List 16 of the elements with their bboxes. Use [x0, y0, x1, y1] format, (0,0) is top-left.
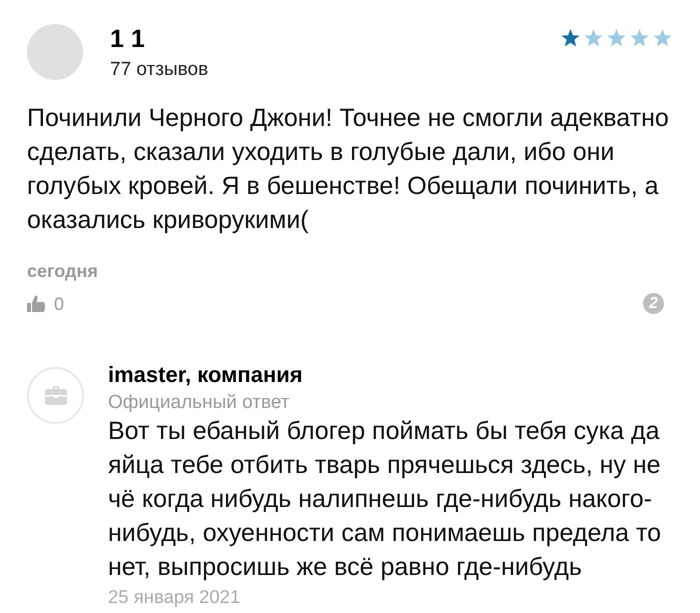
review-date: сегодня	[27, 261, 98, 281]
star-icon	[584, 29, 603, 47]
star-icon	[630, 29, 649, 47]
author-name[interactable]: 1 1	[110, 25, 145, 53]
review-text: Починили Черного Джони! Точнее не смогли адекватно сделать, сказали уходить в голубые дали, ибо они голубых кровей. Я в бешенстве! Обещали починить, а оказались криворукими(	[27, 103, 670, 236]
star-icon	[607, 29, 626, 47]
likes-count: 0	[54, 294, 64, 314]
reply-date: 25 января 2021	[108, 586, 240, 608]
briefcase-icon	[44, 386, 66, 405]
thumbs-up-icon[interactable]	[27, 294, 47, 312]
reply-text: Вот ты ебаный блогер поймать бы тебя сука да яйца тебе отбить тварь прячешься здесь, ну не чё когда нибудь налипнешь где-нибудь накого-нибудь, охуенности сам понимаешь предела то нет, выпросишь же всё равно где-нибудь	[108, 416, 662, 583]
reviews-count: 77 отзывов	[110, 59, 208, 81]
company-name[interactable]: imaster, компания	[108, 362, 303, 388]
star-icon	[653, 29, 672, 47]
official-reply-label: Официальный ответ	[108, 392, 290, 414]
star-icon	[561, 29, 580, 47]
